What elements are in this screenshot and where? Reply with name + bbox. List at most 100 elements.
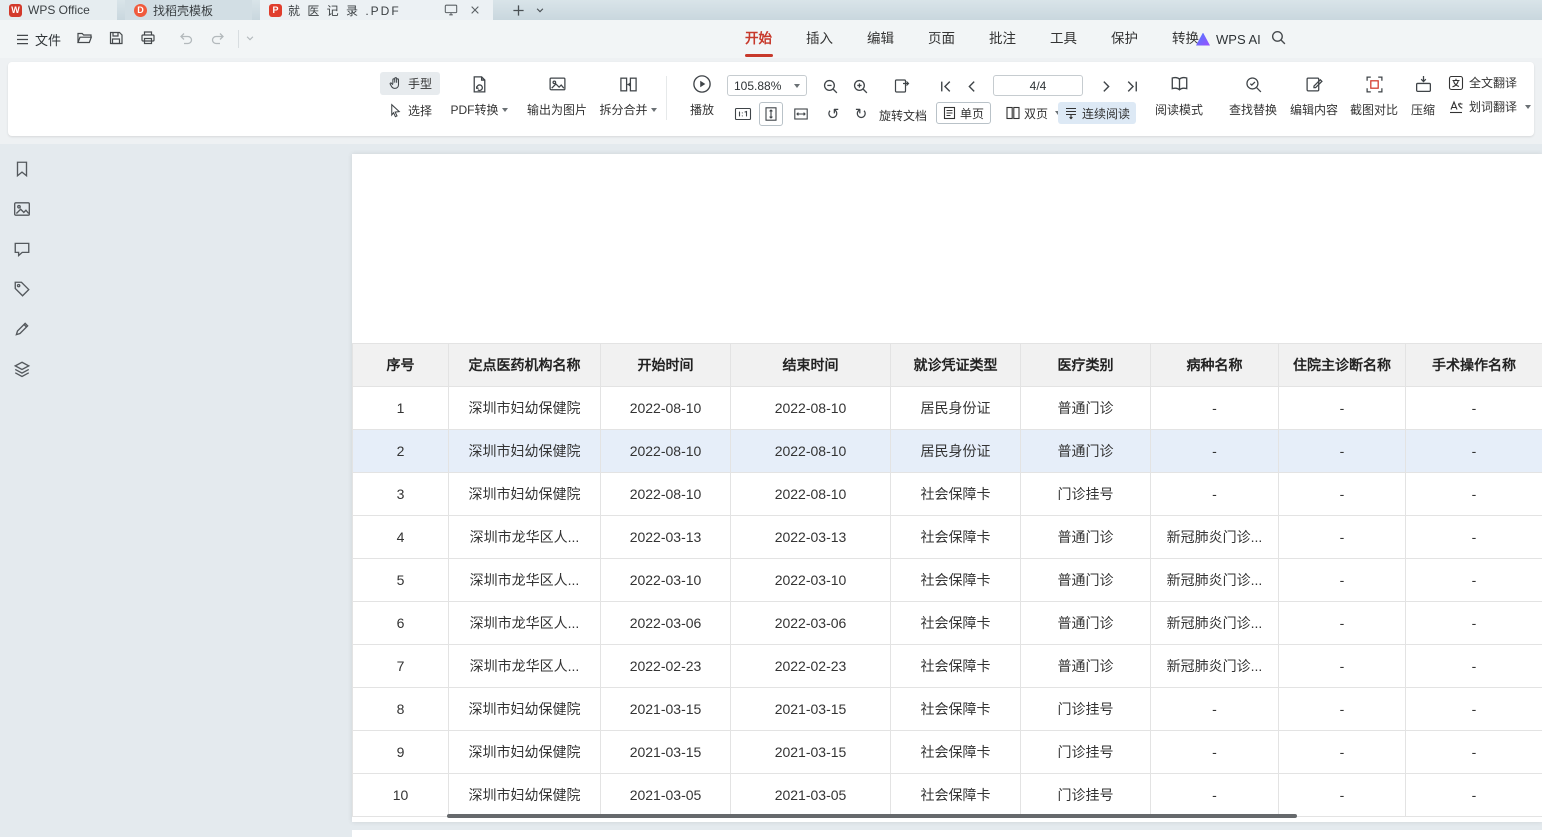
play-button[interactable]: 播放 xyxy=(680,73,724,125)
table-row[interactable]: 1深圳市妇幼保健院2022-08-102022-08-10居民身份证普通门诊--… xyxy=(353,387,1542,430)
table-cell: - xyxy=(1279,516,1406,559)
select-tool-button[interactable]: 选择 xyxy=(380,99,440,122)
read-mode-button[interactable]: 阅读模式 xyxy=(1145,73,1213,125)
annotate-pen-icon[interactable] xyxy=(13,320,31,338)
menu-insert[interactable]: 插入 xyxy=(789,20,850,58)
table-cell: 2021-03-15 xyxy=(731,731,891,774)
table-cell: - xyxy=(1279,559,1406,602)
wps-ai-button[interactable]: WPS AI xyxy=(1196,20,1261,58)
menu-protect[interactable]: 保护 xyxy=(1094,20,1155,58)
table-cell: 居民身份证 xyxy=(891,430,1021,473)
table-cell: - xyxy=(1406,387,1542,430)
table-row[interactable]: 4深圳市龙华区人...2022-03-132022-03-13社会保障卡普通门诊… xyxy=(353,516,1542,559)
table-cell: 9 xyxy=(353,731,449,774)
edit-content-button[interactable]: 编辑内容 xyxy=(1280,73,1348,125)
new-tab-button[interactable] xyxy=(507,0,529,20)
actual-size-icon[interactable] xyxy=(731,102,755,126)
compress-button[interactable]: 压缩 xyxy=(1393,73,1453,125)
layers-panel-icon[interactable] xyxy=(13,360,31,378)
table-cell: 2022-03-06 xyxy=(601,602,731,645)
table-cell: 7 xyxy=(353,645,449,688)
table-cell: 2022-03-13 xyxy=(731,516,891,559)
zoom-out-icon[interactable] xyxy=(818,74,842,98)
menu-comment[interactable]: 批注 xyxy=(972,20,1033,58)
table-cell: 10 xyxy=(353,774,449,817)
dropdown-caret-icon xyxy=(502,108,508,112)
table-cell: 门诊挂号 xyxy=(1021,774,1151,817)
table-cell: - xyxy=(1279,774,1406,817)
split-merge-button[interactable]: 拆分合并 xyxy=(594,73,662,125)
tab-wps-office[interactable]: W WPS Office xyxy=(0,0,117,20)
double-page-button[interactable]: 双页 xyxy=(1000,102,1067,124)
rotate-document-button[interactable]: 旋转文档 xyxy=(879,107,927,124)
table-cell: 2022-08-10 xyxy=(601,387,731,430)
print-icon[interactable] xyxy=(138,28,158,48)
last-page-icon[interactable] xyxy=(1120,74,1144,98)
pdf-convert-button[interactable]: PDF转换 xyxy=(445,73,513,125)
table-cell: 6 xyxy=(353,602,449,645)
open-folder-icon[interactable] xyxy=(74,28,94,48)
table-row[interactable]: 9深圳市妇幼保健院2021-03-152021-03-15社会保障卡门诊挂号--… xyxy=(353,731,1542,774)
rotate-right-icon[interactable]: ↻ xyxy=(849,102,873,126)
pdf-page[interactable]: 序号 定点医药机构名称 开始时间 结束时间 就诊凭证类型 医疗类别 病种名称 住… xyxy=(352,154,1542,822)
thumbnail-panel-icon[interactable] xyxy=(13,200,31,218)
undo-icon[interactable] xyxy=(176,28,196,48)
close-tab-icon[interactable] xyxy=(466,2,484,18)
table-cell: - xyxy=(1406,688,1542,731)
find-replace-icon xyxy=(1244,73,1263,95)
single-page-label: 单页 xyxy=(960,105,984,122)
zoom-select[interactable]: 105.88% xyxy=(727,75,807,96)
tab-document-active[interactable]: P 就 医 记 录 .PDF xyxy=(260,0,493,20)
history-chevron-icon[interactable] xyxy=(240,28,260,48)
first-page-icon[interactable] xyxy=(933,74,957,98)
rotate-left-icon[interactable]: ↺ xyxy=(821,102,845,126)
horizontal-scrollbar[interactable] xyxy=(447,814,1297,818)
continuous-read-button[interactable]: 连续阅读 xyxy=(1058,102,1136,124)
table-row[interactable]: 7深圳市龙华区人...2022-02-232022-02-23社会保障卡普通门诊… xyxy=(353,645,1542,688)
menu-page[interactable]: 页面 xyxy=(911,20,972,58)
fit-width-icon[interactable] xyxy=(789,102,813,126)
table-cell: 1 xyxy=(353,387,449,430)
tab-docer-template[interactable]: D 找稻壳模板 xyxy=(125,0,252,20)
table-row[interactable]: 5深圳市龙华区人...2022-03-102022-03-10社会保障卡普通门诊… xyxy=(353,559,1542,602)
export-image-button[interactable]: 输出为图片 xyxy=(523,73,591,125)
monitor-icon[interactable] xyxy=(442,2,460,18)
book-icon xyxy=(1169,73,1190,95)
menu-tools[interactable]: 工具 xyxy=(1033,20,1094,58)
fit-window-icon[interactable] xyxy=(890,74,914,98)
page-number-input[interactable] xyxy=(993,75,1083,96)
file-menu-button[interactable]: 文件 xyxy=(8,27,69,51)
table-row[interactable]: 10深圳市妇幼保健院2021-03-052021-03-05社会保障卡门诊挂号-… xyxy=(353,774,1542,817)
table-cell: 2022-08-10 xyxy=(731,473,891,516)
bookmark-icon[interactable] xyxy=(13,160,31,178)
find-replace-label: 查找替换 xyxy=(1229,101,1277,118)
next-page-icon[interactable] xyxy=(1094,74,1118,98)
full-translate-button[interactable]: 全文翻译 xyxy=(1448,74,1531,91)
table-row[interactable]: 3深圳市妇幼保健院2022-08-102022-08-10社会保障卡门诊挂号--… xyxy=(353,473,1542,516)
table-cell: 4 xyxy=(353,516,449,559)
tags-panel-icon[interactable] xyxy=(13,280,31,298)
fit-height-icon[interactable] xyxy=(759,102,783,126)
comments-panel-icon[interactable] xyxy=(13,240,31,258)
menu-edit[interactable]: 编辑 xyxy=(850,20,911,58)
table-row[interactable]: 6深圳市龙华区人...2022-03-062022-03-06社会保障卡普通门诊… xyxy=(353,602,1542,645)
single-page-button[interactable]: 单页 xyxy=(936,102,991,124)
table-row[interactable]: 8深圳市妇幼保健院2021-03-152021-03-15社会保障卡门诊挂号--… xyxy=(353,688,1542,731)
tab-list-chevron-icon[interactable] xyxy=(529,0,551,20)
hand-tool-button[interactable]: 手型 xyxy=(380,72,440,95)
word-translate-button[interactable]: 划词翻译 xyxy=(1448,98,1531,115)
menu-home[interactable]: 开始 xyxy=(728,20,789,58)
col-header: 住院主诊断名称 xyxy=(1279,344,1406,387)
table-cell: 社会保障卡 xyxy=(891,473,1021,516)
redo-icon[interactable] xyxy=(208,28,228,48)
search-icon[interactable] xyxy=(1270,29,1290,49)
table-cell: - xyxy=(1279,602,1406,645)
find-replace-button[interactable]: 查找替换 xyxy=(1219,73,1287,125)
prev-page-icon[interactable] xyxy=(959,74,983,98)
zoom-in-icon[interactable] xyxy=(848,74,872,98)
table-row[interactable]: 2深圳市妇幼保健院2022-08-102022-08-10居民身份证普通门诊--… xyxy=(353,430,1542,473)
pdf-convert-label: PDF转换 xyxy=(450,101,498,118)
save-icon[interactable] xyxy=(106,28,126,48)
table-cell: 普通门诊 xyxy=(1021,602,1151,645)
document-workspace: 序号 定点医药机构名称 开始时间 结束时间 就诊凭证类型 医疗类别 病种名称 住… xyxy=(0,144,1542,837)
